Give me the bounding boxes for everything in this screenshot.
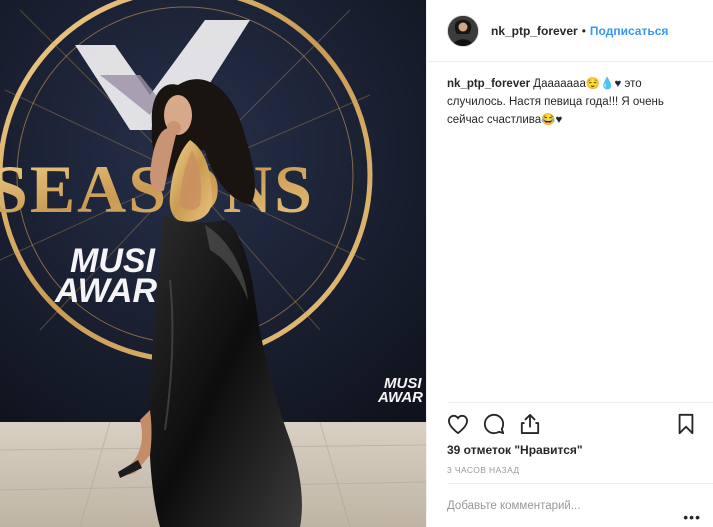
avatar[interactable] (447, 14, 479, 47)
post-details-panel: nk_ptp_forever • Подписаться nk_ptp_fore… (426, 0, 713, 527)
caption-username[interactable]: nk_ptp_forever (447, 78, 530, 90)
backdrop-corner-awards: AWAR (377, 389, 423, 406)
follow-button[interactable]: Подписаться (590, 24, 668, 38)
bookmark-icon[interactable] (673, 411, 699, 437)
more-options-icon[interactable]: ••• (683, 509, 701, 525)
post-header: nk_ptp_forever • Подписаться (427, 0, 713, 62)
comment-icon[interactable] (481, 411, 507, 437)
likes-count[interactable]: 39 отметок "Нравится" (447, 443, 583, 457)
actions-divider (447, 402, 713, 403)
comment-form (447, 483, 713, 527)
post-photo-image: SEASONS MUSI AWAR MUSI AWAR (0, 0, 426, 527)
action-bar (445, 410, 699, 438)
comment-input[interactable] (447, 499, 713, 512)
header-separator: • (581, 23, 586, 38)
post-caption: nk_ptp_forever Дааааааа😌💧♥ это случилось… (447, 75, 697, 129)
share-icon[interactable] (517, 411, 543, 437)
post-timestamp[interactable]: 3 часов назад (447, 465, 520, 475)
heart-icon[interactable] (445, 411, 471, 437)
header-username[interactable]: nk_ptp_forever (491, 24, 578, 38)
backdrop-awards-text: AWAR (54, 272, 157, 310)
post-photo[interactable]: SEASONS MUSI AWAR MUSI AWAR (0, 0, 426, 527)
